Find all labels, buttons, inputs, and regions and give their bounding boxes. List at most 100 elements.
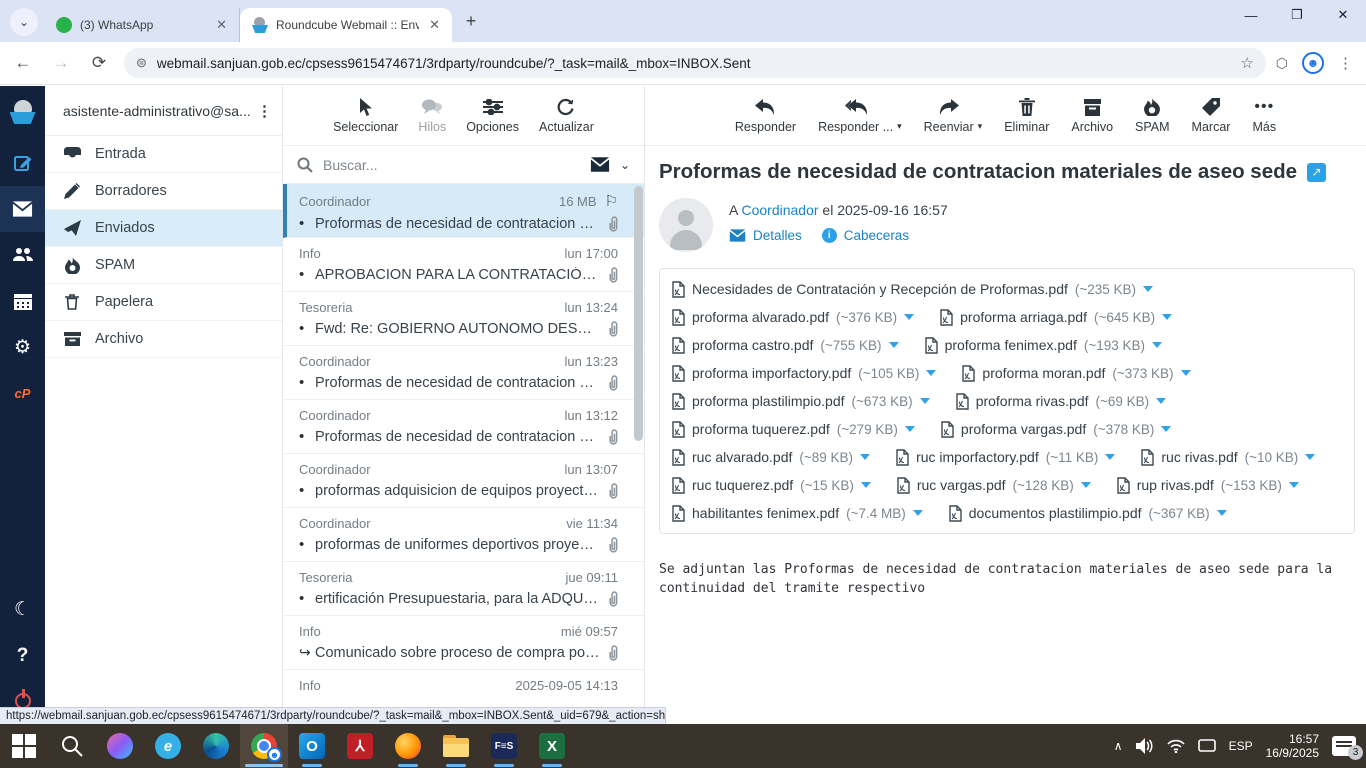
dark-mode-icon[interactable]: ☾: [0, 586, 45, 632]
more-button[interactable]: ••• Más: [1252, 97, 1276, 134]
attachment-item[interactable]: proforma rivas.pdf (~69 KB): [955, 387, 1167, 415]
wifi-icon[interactable]: [1167, 739, 1185, 753]
list-item[interactable]: Coordinador vie 11:34 ⚐ • proformas de u…: [283, 508, 644, 562]
threads-button[interactable]: Hilos: [418, 97, 446, 134]
internet-explorer-icon[interactable]: e: [144, 724, 192, 768]
folder-borradores[interactable]: Borradores: [45, 173, 282, 210]
reply-all-menu-chevron-icon[interactable]: ▾: [897, 121, 902, 132]
list-item[interactable]: Coordinador lun 13:12 ⚐ • Proformas de n…: [283, 400, 644, 454]
details-toggle[interactable]: Detalles: [729, 228, 802, 243]
attachment-item[interactable]: habilitantes fenimex.pdf (~7.4 MB): [672, 499, 923, 527]
download-chevron-icon[interactable]: [926, 370, 937, 376]
attachment-item[interactable]: proforma alvarado.pdf (~376 KB): [672, 303, 915, 331]
options-button[interactable]: Opciones: [466, 97, 519, 134]
start-button[interactable]: [0, 724, 48, 768]
edge-icon[interactable]: [192, 724, 240, 768]
tab-search-button[interactable]: ⌄: [10, 8, 38, 36]
download-chevron-icon[interactable]: [1080, 482, 1091, 488]
download-chevron-icon[interactable]: [904, 314, 915, 320]
fes-app-icon[interactable]: F≡S: [480, 724, 528, 768]
attachment-item[interactable]: ruc rivas.pdf (~10 KB): [1141, 443, 1316, 471]
attachment-item[interactable]: proforma arriaga.pdf (~645 KB): [940, 303, 1173, 331]
forward-menu-chevron-icon[interactable]: ▾: [978, 121, 983, 132]
file-explorer-icon[interactable]: [432, 724, 480, 768]
attachment-item[interactable]: documentos plastilimpio.pdf (~367 KB): [949, 499, 1227, 527]
back-button[interactable]: ←: [8, 48, 38, 78]
download-chevron-icon[interactable]: [1162, 314, 1173, 320]
close-button[interactable]: ✕: [1320, 0, 1366, 30]
attachment-item[interactable]: proforma tuquerez.pdf (~279 KB): [672, 415, 915, 443]
contacts-nav-icon[interactable]: [0, 232, 45, 278]
roundcube-logo[interactable]: [0, 94, 45, 140]
search-input[interactable]: [323, 156, 580, 173]
close-tab-icon[interactable]: ✕: [214, 17, 229, 33]
download-chevron-icon[interactable]: [860, 482, 871, 488]
attachment-item[interactable]: ruc alvarado.pdf (~89 KB): [672, 443, 871, 471]
list-item[interactable]: Coordinador 16 MB ⚐ • Proformas de neces…: [283, 184, 644, 238]
download-chevron-icon[interactable]: [1216, 510, 1227, 516]
folder-spam[interactable]: SPAM: [45, 247, 282, 284]
list-item[interactable]: Coordinador lun 13:23 ⚐ • Proformas de n…: [283, 346, 644, 400]
calendar-nav-icon[interactable]: [0, 278, 45, 324]
site-settings-icon[interactable]: ⊜: [136, 55, 147, 71]
bookmark-star-icon[interactable]: ☆: [1240, 54, 1253, 72]
chrome-icon[interactable]: ☻: [240, 724, 288, 768]
download-chevron-icon[interactable]: [912, 510, 923, 516]
forward-button[interactable]: Reenviar: [924, 97, 974, 134]
headers-toggle[interactable]: i Cabeceras: [821, 228, 909, 243]
account-menu-icon[interactable]: ⋮: [257, 102, 272, 120]
download-chevron-icon[interactable]: [1143, 286, 1154, 292]
download-chevron-icon[interactable]: [1152, 342, 1163, 348]
search-scope-icon[interactable]: [590, 157, 610, 172]
download-chevron-icon[interactable]: [888, 342, 899, 348]
compose-button[interactable]: [0, 140, 45, 186]
clock[interactable]: 16:57 16/9/2025: [1266, 732, 1319, 760]
tab-whatsapp[interactable]: (3) WhatsApp ✕: [44, 8, 240, 42]
download-chevron-icon[interactable]: [1105, 454, 1116, 460]
taskbar-search-button[interactable]: [48, 724, 96, 768]
list-item[interactable]: Coordinador lun 13:07 ⚐ • proformas adqu…: [283, 454, 644, 508]
profile-avatar[interactable]: ☻: [1302, 52, 1324, 74]
forward-button[interactable]: →: [46, 48, 76, 78]
address-bar[interactable]: ⊜ webmail.sanjuan.gob.ec/cpsess961547467…: [124, 48, 1266, 78]
recipient-link[interactable]: Coordinador: [741, 202, 818, 218]
attachment-item[interactable]: proforma castro.pdf (~755 KB): [672, 331, 899, 359]
copilot-icon[interactable]: [96, 724, 144, 768]
refresh-button[interactable]: Actualizar: [539, 97, 594, 134]
spam-button[interactable]: SPAM: [1135, 97, 1170, 134]
list-item[interactable]: Tesoreria jue 09:11 ⚐ • ertificación Pre…: [283, 562, 644, 616]
attachment-item[interactable]: ruc vargas.pdf (~128 KB): [897, 471, 1091, 499]
close-tab-icon[interactable]: ✕: [427, 17, 442, 33]
download-chevron-icon[interactable]: [1180, 370, 1191, 376]
attachment-item[interactable]: ruc tuquerez.pdf (~15 KB): [672, 471, 871, 499]
download-chevron-icon[interactable]: [1288, 482, 1299, 488]
attachment-item[interactable]: ruc imporfactory.pdf (~11 KB): [896, 443, 1116, 471]
url-text[interactable]: webmail.sanjuan.gob.ec/cpsess9615474671/…: [157, 56, 1240, 71]
volume-icon[interactable]: [1135, 738, 1154, 754]
download-chevron-icon[interactable]: [1161, 426, 1172, 432]
attachment-item[interactable]: rup rivas.pdf (~153 KB): [1117, 471, 1299, 499]
list-scrollbar[interactable]: [634, 186, 643, 441]
open-in-new-window-icon[interactable]: ↗: [1307, 162, 1327, 182]
mail-nav-icon[interactable]: [0, 186, 45, 232]
download-chevron-icon[interactable]: [919, 398, 930, 404]
mark-button[interactable]: Marcar: [1192, 97, 1230, 134]
excel-icon[interactable]: X: [528, 724, 576, 768]
reload-button[interactable]: ⟳: [84, 48, 114, 78]
search-options-chevron-icon[interactable]: ⌄: [620, 158, 630, 172]
folder-entrada[interactable]: Entrada: [45, 136, 282, 173]
download-chevron-icon[interactable]: [904, 426, 915, 432]
minimize-button[interactable]: —: [1228, 0, 1274, 30]
list-item[interactable]: Tesoreria lun 13:24 ⚐ • Fwd: Re: GOBIERN…: [283, 292, 644, 346]
delete-button[interactable]: Eliminar: [1004, 97, 1049, 134]
reply-all-button[interactable]: Responder ...: [818, 97, 893, 134]
attachment-item[interactable]: proforma vargas.pdf (~378 KB): [941, 415, 1172, 443]
attachment-item[interactable]: proforma moran.pdf (~373 KB): [962, 359, 1191, 387]
select-button[interactable]: Seleccionar: [333, 97, 398, 134]
download-chevron-icon[interactable]: [1156, 398, 1167, 404]
list-item[interactable]: Info mié 09:57 ⚐ ↪ Comunicado sobre proc…: [283, 616, 644, 670]
extensions-icon[interactable]: ⬡: [1276, 55, 1288, 72]
browser-menu-icon[interactable]: ⋮: [1338, 54, 1354, 72]
archive-button[interactable]: Archivo: [1071, 97, 1113, 134]
download-chevron-icon[interactable]: [860, 454, 871, 460]
